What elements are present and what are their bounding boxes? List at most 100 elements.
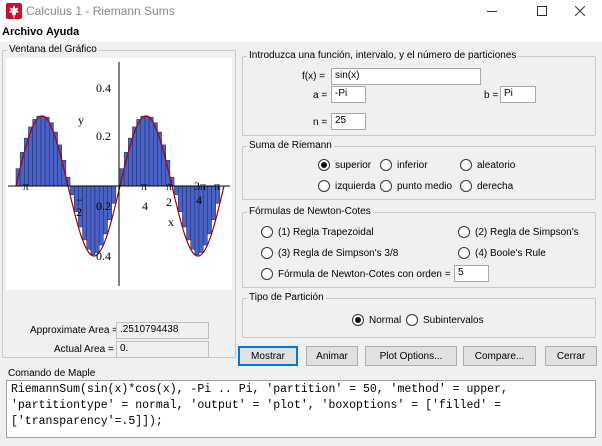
riemann-bar — [148, 116, 154, 187]
radio-indicator — [380, 180, 392, 192]
cerrar-button[interactable]: Cerrar — [545, 346, 597, 366]
a-input[interactable]: -Pi — [331, 86, 366, 103]
close-button[interactable] — [558, 0, 602, 22]
newton-cotes-title: Fórmulas de Newton-Cotes — [247, 206, 373, 217]
radio-aleatorio[interactable]: aleatorio — [460, 159, 515, 171]
riemann-bar — [202, 185, 208, 246]
riemann-bar — [94, 185, 100, 253]
x-tick-label: 2 — [76, 205, 82, 219]
approx-area-field: .2510794438 — [116, 322, 209, 339]
radio-simpson[interactable]: (2) Regla de Simpson's — [458, 226, 579, 238]
riemann-bar — [177, 185, 183, 213]
riemann-bar — [69, 185, 75, 196]
maple-command-line: 'partitiontype' = normal, 'output' = 'pl… — [11, 399, 501, 412]
radio-newton-cotes-order[interactable]: Fórmula de Newton-Cotes con orden = — [261, 268, 451, 280]
x-tick-label: 3π — [194, 179, 206, 193]
riemann-bar — [207, 185, 212, 235]
menu-archivo[interactable]: Archivo — [2, 26, 43, 38]
riemann-bar — [82, 185, 87, 241]
maple-command-title: Comando de Maple — [8, 368, 96, 379]
x-tick-label: −π — [16, 179, 29, 193]
maximize-icon — [537, 6, 547, 16]
radio-boole[interactable]: (4) Boole's Rule — [458, 247, 546, 259]
maple-leaf-icon — [6, 3, 22, 19]
riemann-bar — [123, 152, 129, 187]
radio-derecha[interactable]: derecha — [460, 180, 513, 192]
radio-indicator — [406, 314, 418, 326]
riemann-bar — [40, 115, 46, 187]
n-input[interactable]: 25 — [331, 113, 366, 130]
radio-superior[interactable]: superior — [318, 159, 371, 171]
b-label: b = — [484, 90, 499, 101]
x-tick-label: π — [166, 179, 172, 193]
y-tick-label: 0.4 — [96, 81, 111, 95]
radio-indicator — [261, 268, 273, 280]
function-input[interactable]: sin(x) — [331, 68, 481, 85]
riemann-bar — [136, 119, 142, 187]
title-bar: Calculus 1 - Riemann Sums — [0, 0, 602, 24]
order-input[interactable]: 5 — [454, 265, 489, 282]
a-label: a = — [313, 90, 328, 101]
x-tick-label: 2 — [166, 195, 172, 209]
radio-indicator — [380, 159, 392, 171]
partition-type-title: Tipo de Partición — [247, 292, 326, 303]
radio-indicator — [458, 247, 470, 259]
x-tick-label: 4 — [196, 193, 202, 207]
actual-area-label: Actual Area = — [54, 344, 114, 355]
riemann-bar — [190, 185, 196, 250]
plot-window-title: Ventana del Gráfico — [7, 44, 99, 55]
radio-izquierda[interactable]: izquierda — [318, 180, 376, 192]
fx-label: f(x) = — [302, 71, 326, 82]
x-tick-label: π — [141, 179, 147, 193]
radio-indicator — [318, 159, 330, 171]
close-icon — [575, 6, 585, 16]
menu-bar: Archivo Ayuda — [0, 24, 602, 42]
y-tick-label: 0.4 — [96, 249, 111, 263]
n-label: n = — [313, 117, 328, 128]
window-title: Calculus 1 - Riemann Sums — [26, 4, 175, 18]
compare-button[interactable]: Compare... — [463, 346, 536, 366]
riemann-bar — [182, 185, 187, 228]
riemann-bar — [186, 185, 191, 241]
radio-trapezoidal[interactable]: (1) Regla Trapezoidal — [261, 226, 374, 238]
radio-subintervalos[interactable]: Subintervalos — [406, 314, 484, 326]
riemann-bar — [153, 122, 158, 187]
radio-punto-medio[interactable]: punto medio — [380, 180, 452, 192]
riemann-bar — [98, 185, 104, 246]
animar-button[interactable]: Animar — [306, 346, 358, 366]
riemann-sum-title: Suma de Riemann — [247, 140, 334, 151]
x-tick-label: π — [214, 179, 220, 193]
radio-indicator — [460, 180, 472, 192]
radio-indicator — [352, 314, 364, 326]
radio-indicator — [261, 226, 273, 238]
maple-command-box[interactable]: RiemannSum(sin(x)*cos(x), -Pi .. Pi, 'pa… — [6, 380, 596, 438]
menu-ayuda[interactable]: Ayuda — [46, 26, 79, 38]
riemann-plot: −π − 2 π 4 π 2 x 3π 4 π 0.4 0.2 0.2 0.4 … — [8, 62, 230, 286]
approx-area-label: Approximate Area = — [30, 325, 119, 336]
maple-command-line: RiemannSum(sin(x)*cos(x), -Pi .. Pi, 'pa… — [11, 383, 508, 396]
riemann-bar — [140, 115, 146, 187]
riemann-bar — [53, 131, 58, 187]
x-axis-label: x — [168, 215, 174, 229]
mostrar-button[interactable]: Mostrar — [238, 346, 298, 366]
riemann-bar — [86, 185, 92, 250]
input-group-title: Introduzca una función, intervalo, y el … — [247, 50, 519, 61]
riemann-bar — [36, 115, 42, 187]
riemann-bar — [90, 185, 96, 256]
riemann-bar — [44, 116, 50, 187]
radio-normal[interactable]: Normal — [352, 314, 401, 326]
riemann-bar — [32, 119, 38, 187]
minimize-icon — [487, 11, 497, 12]
x-tick-label: 4 — [142, 199, 148, 213]
radio-simpson-38[interactable]: (3) Regla de Simpson's 3/8 — [261, 247, 398, 259]
radio-indicator — [318, 180, 330, 192]
y-axis-label: y — [78, 113, 84, 127]
radio-indicator — [460, 159, 472, 171]
plot-canvas: −π − 2 π 4 π 2 x 3π 4 π 0.4 0.2 0.2 0.4 … — [6, 58, 232, 290]
minimize-button[interactable] — [470, 0, 514, 22]
b-input[interactable]: Pi — [500, 86, 536, 103]
y-tick-label: 0.2 — [96, 129, 111, 143]
plot-options-button[interactable]: Plot Options... — [365, 346, 457, 366]
y-tick-label: 0.2 — [96, 199, 111, 213]
radio-inferior[interactable]: inferior — [380, 159, 428, 171]
